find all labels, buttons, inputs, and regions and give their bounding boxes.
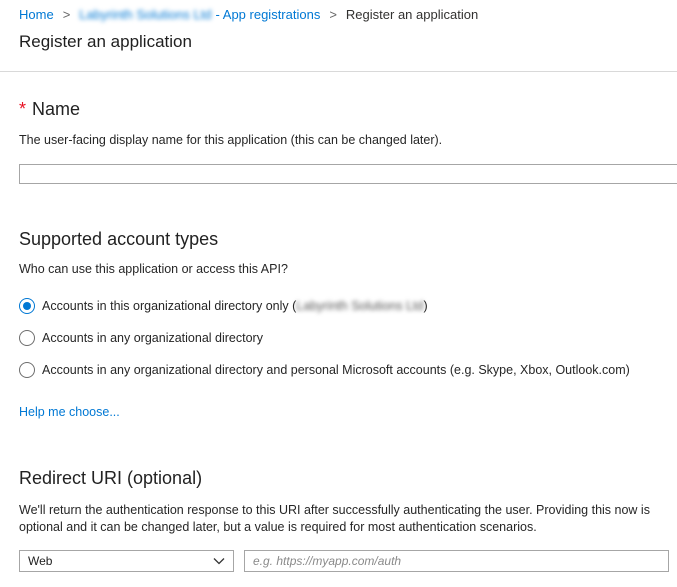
page-title: Register an application — [19, 32, 192, 51]
radio-button[interactable] — [19, 362, 35, 378]
account-types-heading: Supported account types — [19, 229, 219, 249]
chevron-right-icon: > — [62, 6, 71, 22]
redirect-uri-description: We'll return the authentication response… — [19, 503, 650, 534]
breadcrumb-home-link[interactable]: Home — [19, 7, 54, 22]
breadcrumb-current: Register an application — [345, 6, 479, 22]
account-type-option-single-tenant[interactable]: Accounts in this organizational director… — [19, 298, 428, 314]
account-types-question: Who can use this application or access t… — [19, 262, 288, 276]
option-label: Accounts in any organizational directory — [42, 331, 263, 345]
account-type-option-multi-tenant-personal[interactable]: Accounts in any organizational directory… — [19, 362, 630, 378]
breadcrumb-app-registrations-link[interactable]: - App registrations — [216, 7, 321, 22]
radio-button-checked[interactable] — [19, 298, 35, 314]
tenant-name: Labyrinth Solutions Ltd — [296, 299, 424, 313]
option-label: Accounts in this organizational director… — [42, 299, 428, 313]
platform-select[interactable]: Web — [19, 550, 234, 572]
name-heading: * Name — [19, 99, 80, 120]
chevron-down-icon — [213, 558, 225, 565]
breadcrumb: Home > Labyrinth Solutions Ltd - App reg… — [19, 5, 478, 23]
title-divider — [0, 71, 677, 72]
name-heading-label: Name — [32, 99, 81, 119]
radio-button[interactable] — [19, 330, 35, 346]
account-type-option-multi-tenant[interactable]: Accounts in any organizational directory — [19, 330, 263, 346]
name-input[interactable] — [19, 164, 677, 184]
option-label: Accounts in any organizational directory… — [42, 363, 630, 377]
help-me-choose-link[interactable]: Help me choose... — [19, 405, 120, 419]
breadcrumb-tenant-link[interactable]: Labyrinth Solutions Ltd — [79, 7, 211, 22]
required-mark: * — [19, 99, 27, 119]
redirect-uri-heading: Redirect URI (optional) — [19, 468, 203, 488]
chevron-right-icon: > — [329, 6, 337, 22]
name-description: The user-facing display name for this ap… — [19, 133, 443, 147]
platform-select-value: Web — [28, 554, 53, 568]
redirect-uri-input[interactable] — [244, 550, 669, 572]
